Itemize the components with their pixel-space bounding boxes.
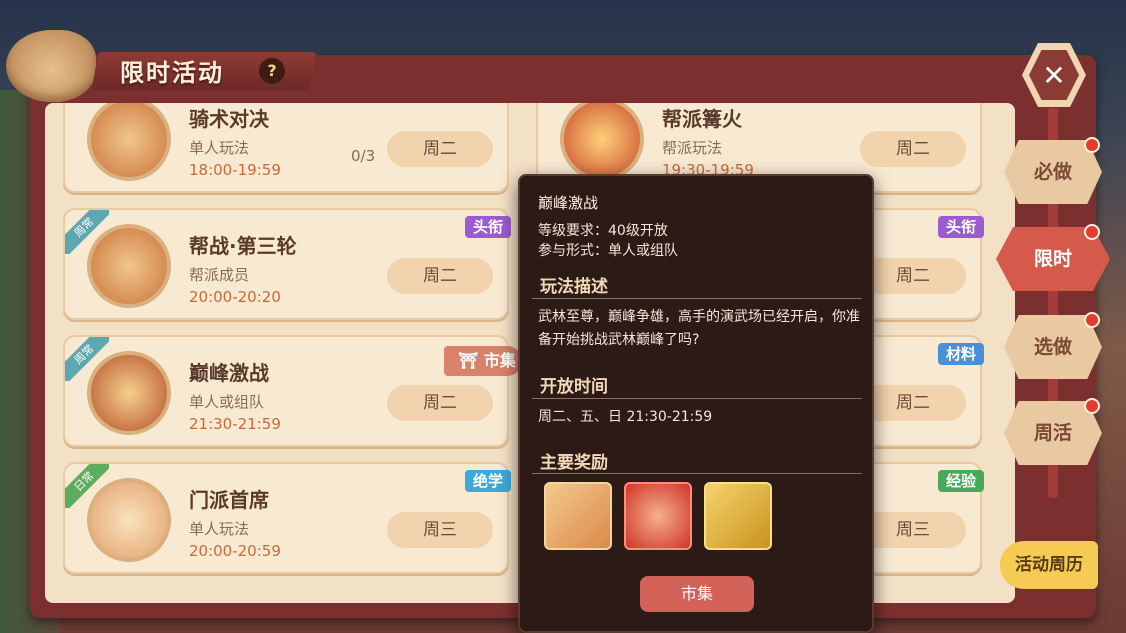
activity-card-bangzhan[interactable]: 周常 帮战·第三轮 帮派成员 20:00-20:20 周二 头衔 (63, 208, 511, 320)
activity-type: 单人或组队 (189, 393, 265, 411)
activity-name: 帮战·第三轮 (189, 234, 297, 258)
description-heading: 玩法描述 (540, 277, 608, 297)
notification-dot (1084, 224, 1100, 240)
market-label: 市集 (483, 351, 516, 370)
activity-type: 单人玩法 (189, 139, 250, 157)
bonfire-icon (560, 103, 644, 181)
reward-tag: 经验 (938, 470, 984, 492)
help-icon[interactable]: ? (259, 58, 285, 84)
drum-icon (87, 478, 171, 562)
popup-title: 巅峰激战 (538, 194, 599, 212)
activity-count: 0/3 (351, 147, 376, 165)
horse-rider-icon (87, 103, 171, 181)
sword-mountain-icon (87, 351, 171, 435)
activity-type: 帮派玩法 (662, 139, 723, 157)
participation-form: 参与形式：单人或组队 (538, 243, 678, 259)
page-title: 限时活动 (120, 59, 224, 87)
reward-tag: 头衔 (938, 216, 984, 238)
day-button[interactable]: 周二 (387, 385, 493, 421)
day-button[interactable]: 周二 (387, 258, 493, 294)
activity-time: 18:00-19:59 (189, 161, 281, 179)
market-button[interactable]: 市集 (640, 576, 754, 612)
activity-calendar-button[interactable]: 活动周历 (1000, 541, 1098, 589)
day-button[interactable]: 周二 (860, 258, 966, 294)
activity-time: 21:30-21:59 (189, 415, 281, 433)
reward-heading: 主要奖励 (540, 453, 608, 473)
notification-dot (1084, 137, 1100, 153)
day-button[interactable]: 周三 (860, 512, 966, 548)
reward-tag: 材料 (938, 343, 984, 365)
notification-dot (1084, 398, 1100, 414)
open-time-text: 周二、五、日 21:30-21:59 (538, 409, 713, 425)
day-button[interactable]: 周二 (860, 131, 966, 167)
market-icon: ⛩ (458, 351, 484, 370)
activity-detail-popup: 巅峰激战 等级要求：40级开放 参与形式：单人或组队 玩法描述 武林至尊，巅峰争… (518, 174, 874, 633)
activity-card-dianfeng[interactable]: 周常 巅峰激战 单人或组队 21:30-21:59 周二 (63, 335, 509, 447)
level-requirement: 等级要求：40级开放 (538, 223, 668, 239)
gold-ingot-icon[interactable] (704, 482, 772, 550)
activity-name: 门派首席 (189, 488, 269, 512)
activity-name: 骑术对决 (189, 107, 269, 131)
activity-name: 巅峰激战 (189, 361, 269, 385)
divider (532, 473, 862, 474)
flag-rider-icon (87, 224, 171, 308)
red-feather-icon[interactable] (624, 482, 692, 550)
activity-card-qishu[interactable]: 骑术对决 单人玩法 18:00-19:59 0/3 周二 (63, 103, 509, 193)
divider (532, 298, 862, 299)
description-text: 武林至尊，巅峰争雄，高手的演武场已经开启，你准备开始挑战武林巅峰了吗? (538, 309, 860, 348)
activity-time: 20:00-20:59 (189, 542, 281, 560)
day-button[interactable]: 周二 (387, 131, 493, 167)
market-tag-button[interactable]: ⛩ 市集 (444, 346, 522, 376)
divider (532, 398, 862, 399)
shield-token-icon[interactable] (544, 482, 612, 550)
reward-tag: 头衔 (465, 216, 511, 238)
activity-time: 20:00-20:20 (189, 288, 281, 306)
reward-tag: 绝学 (465, 470, 511, 492)
activity-type: 帮派成员 (189, 266, 250, 284)
time-heading: 开放时间 (540, 377, 608, 397)
close-icon: ✕ (1029, 50, 1079, 100)
day-button[interactable]: 周二 (860, 385, 966, 421)
activity-type: 单人玩法 (189, 520, 250, 538)
activity-card-menpai[interactable]: 日常 门派首席 单人玩法 20:00-20:59 周三 绝学 (63, 462, 511, 574)
day-button[interactable]: 周三 (387, 512, 493, 548)
dragon-ornament-icon (6, 30, 96, 102)
notification-dot (1084, 312, 1100, 328)
activity-name: 帮派篝火 (662, 107, 742, 131)
